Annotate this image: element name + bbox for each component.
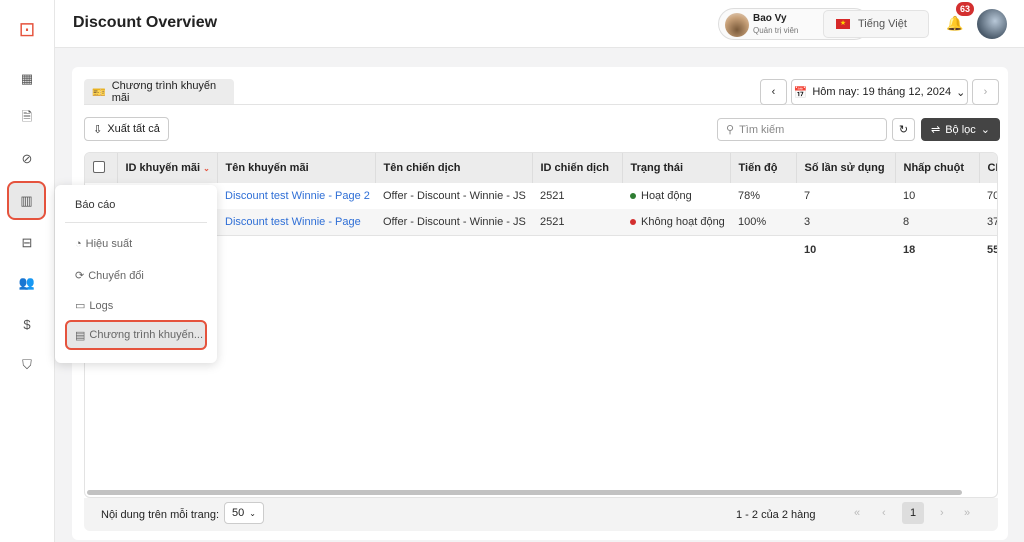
table-header: ID khuyến mãi ⌄ Tên khuyến mãi Tên chiến… xyxy=(85,153,997,183)
campaign-name: Offer - Discount - Winnie - JS xyxy=(375,209,532,235)
briefcase-icon[interactable]: ⊟ xyxy=(12,228,42,258)
export-label: Xuất tất cả xyxy=(107,123,160,135)
status-dot-icon xyxy=(630,193,636,199)
col-progress[interactable]: Tiến độ xyxy=(730,153,797,183)
progress: 78% xyxy=(738,190,761,202)
calendar-icon: 📅 xyxy=(793,86,808,99)
users-icon[interactable]: 👥 xyxy=(12,268,42,298)
col-campaign-id[interactable]: ID chiến dịch xyxy=(532,153,623,183)
page-title: Discount Overview xyxy=(73,14,218,31)
report-icon[interactable]: ▥ xyxy=(7,181,46,220)
ticket-icon: 🎫 xyxy=(92,86,106,99)
chevron-down-icon: ⌄ xyxy=(980,124,990,136)
clicks: 10 xyxy=(903,190,916,202)
table-footer: Nội dung trên mỗi trang: 50 ⌄ 1 - 2 của 2… xyxy=(84,498,998,531)
next-date-button[interactable]: › xyxy=(972,79,999,105)
menu-item-performance[interactable]: ◔ Hiệu suất xyxy=(75,238,132,250)
menu-item-promotions[interactable]: ▤ Chương trình khuyến... xyxy=(65,320,207,350)
chevron-down-icon: ⌄ xyxy=(956,86,966,99)
col-campaign-name[interactable]: Tên chiến dịch xyxy=(375,153,533,183)
notification-badge: 63 xyxy=(956,2,975,16)
compass-icon[interactable]: ⊘ xyxy=(12,144,42,174)
prev-page-button[interactable]: ‹ xyxy=(882,507,886,519)
menu-item-logs[interactable]: ▭ Logs xyxy=(75,299,113,313)
report-submenu: Báo cáo ◔ Hiệu suất ⟳ Chuyển đổi ▭ Logs ▤ Ch… xyxy=(55,185,217,363)
date-label: Hôm nay: 19 tháng 12, 2024 xyxy=(812,86,952,98)
search-placeholder: Tìm kiếm xyxy=(739,123,785,136)
tab-promotions[interactable]: 🎫 Chương trình khuyến mãi xyxy=(84,79,234,105)
campaign-name: Offer - Discount - Winnie - JS xyxy=(383,190,526,202)
horizontal-scrollbar[interactable] xyxy=(87,490,962,495)
col-status[interactable]: Trạng thái xyxy=(622,153,731,183)
filter-button[interactable]: ⇌ Bộ lọc ⌄ xyxy=(921,118,1000,141)
per-page-label: Nội dung trên mỗi trang: xyxy=(101,509,220,521)
filter-label: Bộ lọc xyxy=(945,123,976,136)
shield-icon[interactable]: ⛉ xyxy=(12,350,42,380)
terminal-icon: ▭ xyxy=(75,300,86,312)
profile-avatar[interactable] xyxy=(977,9,1007,39)
divider xyxy=(65,222,207,223)
export-icon: ⇩ xyxy=(93,123,103,136)
col-cr[interactable]: CR xyxy=(979,153,997,183)
total-cr: 55 xyxy=(979,234,997,265)
pagination-range: 1 - 2 của 2 hàng xyxy=(736,509,816,521)
gauge-icon: ◔ xyxy=(75,238,82,250)
document-icon[interactable]: 🗎 xyxy=(12,104,42,134)
campaign-id: 2521 xyxy=(540,190,565,202)
promo-name-link[interactable]: Discount test Winnie - Page 2 xyxy=(225,190,370,202)
status-dot-icon xyxy=(630,218,636,225)
bell-icon[interactable]: 🔔 xyxy=(946,15,963,32)
total-uses: 10 xyxy=(796,234,895,265)
prev-date-button[interactable]: ‹ xyxy=(760,79,787,105)
progress: 100% xyxy=(730,209,796,235)
user-avatar xyxy=(725,13,749,37)
invoice-icon[interactable]: $ xyxy=(12,309,42,339)
table-row[interactable]: Discount test Winnie - Page 2 Offer - Di… xyxy=(85,183,997,209)
promotions-table: ID khuyến mãi ⌄ Tên khuyến mãi Tên chiến… xyxy=(84,152,998,498)
total-clicks: 18 xyxy=(895,234,979,265)
sidebar: ⊡ ▦ 🗎 ⊘ ▥ ⊟ 👥 $ ⛉ xyxy=(0,0,55,542)
col-uses[interactable]: Số lần sử dụng xyxy=(796,153,896,183)
language-select[interactable]: ★ Tiếng Việt xyxy=(823,10,929,38)
totals-row: 10 18 55 xyxy=(85,234,997,265)
uses: 7 xyxy=(804,190,811,202)
filter-icon: ⇌ xyxy=(930,124,941,136)
exchange-icon: ⟳ xyxy=(75,270,85,282)
search-input[interactable]: ⚲ Tìm kiếm xyxy=(717,118,887,141)
user-role: Quản trị viên xyxy=(753,26,799,35)
clicks: 8 xyxy=(895,209,979,235)
table-row[interactable]: Discount test Winnie - Page Offer - Disc… xyxy=(85,209,997,235)
current-page-button[interactable]: 1 xyxy=(902,502,924,524)
sort-icon[interactable]: ⌄ xyxy=(203,164,210,173)
col-promo-name[interactable]: Tên khuyến mãi xyxy=(217,153,376,183)
export-all-button[interactable]: ⇩ Xuất tất cả xyxy=(84,117,169,141)
header: Discount Overview Bao Vy Quản trị viên ⌄… xyxy=(55,0,1024,48)
first-page-button[interactable]: « xyxy=(854,507,860,519)
date-picker[interactable]: 📅 Hôm nay: 19 tháng 12, 2024 ⌄ xyxy=(791,79,968,105)
last-page-button[interactable]: » xyxy=(964,507,970,519)
vietnam-flag-icon: ★ xyxy=(836,19,850,29)
cr: 70 xyxy=(987,190,997,202)
status: Hoạt động xyxy=(622,183,730,209)
refresh-button[interactable]: ↻ xyxy=(892,118,915,141)
uses: 3 xyxy=(796,209,895,235)
campaign-id: 2521 xyxy=(532,209,622,235)
dashboard-icon[interactable]: ▦ xyxy=(12,64,42,94)
select-all-checkbox[interactable] xyxy=(85,153,118,183)
cr: 37. xyxy=(979,209,997,235)
next-page-button[interactable]: › xyxy=(940,507,944,519)
status: Không hoạt động xyxy=(622,209,730,235)
language-label: Tiếng Việt xyxy=(858,18,907,30)
promo-name-link[interactable]: Discount test Winnie - Page xyxy=(225,216,361,228)
search-icon: ⚲ xyxy=(726,124,735,136)
user-name: Bao Vy xyxy=(753,13,787,24)
menu-item-conversion[interactable]: ⟳ Chuyển đổi xyxy=(75,269,144,283)
col-clicks[interactable]: Nhấp chuột xyxy=(895,153,980,183)
logo-icon[interactable]: ⊡ xyxy=(12,14,42,44)
col-promo-id[interactable]: ID khuyến mãi ⌄ xyxy=(117,153,218,183)
submenu-title: Báo cáo xyxy=(75,199,116,211)
tab-label: Chương trình khuyến mãi xyxy=(111,80,217,104)
ticket-icon: ▤ xyxy=(75,329,86,342)
per-page-select[interactable]: 50 ⌄ xyxy=(224,502,264,524)
